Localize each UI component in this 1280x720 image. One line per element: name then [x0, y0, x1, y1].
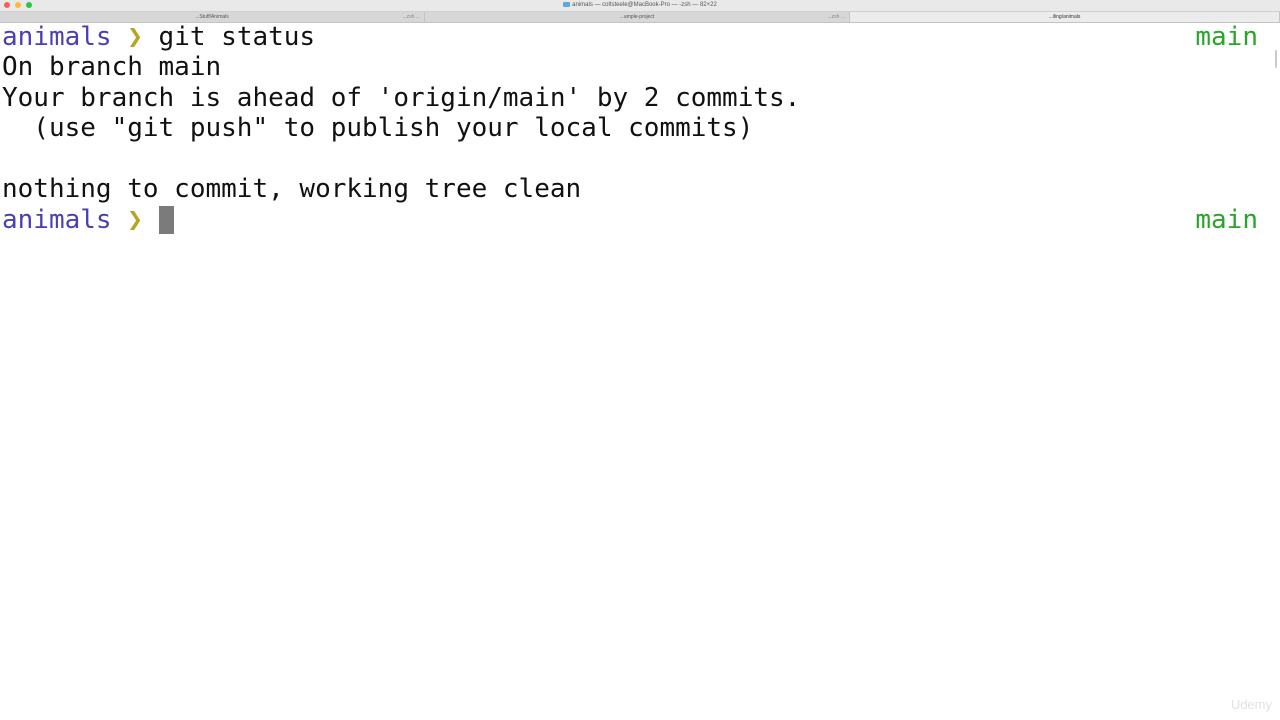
folder-icon [563, 1, 571, 7]
tab-stuff-animals[interactable]: ...Stuff/Animals ...zsh ... [0, 12, 425, 22]
window-title: animals — coltsteele@MacBook-Pro — -zsh … [540, 0, 740, 11]
minimize-window-icon[interactable] [15, 2, 21, 8]
scrollbar[interactable] [1275, 50, 1277, 68]
output-line: (use "git push" to publish your local co… [2, 113, 754, 143]
command-text: git status [158, 22, 316, 52]
tab-animals[interactable]: ...iling/animals [850, 12, 1280, 22]
output-line: Your branch is ahead of 'origin/main' by… [2, 83, 801, 113]
prompt-line: animals ❯ git status [2, 22, 315, 52]
watermark-logo: Udemy [1230, 697, 1272, 712]
tab-sample-project[interactable]: ...ample-project ...zsh ... [425, 12, 850, 22]
text-cursor [158, 206, 174, 234]
active-prompt-line[interactable]: animals ❯ [2, 205, 174, 235]
prompt-directory: animals [2, 22, 112, 52]
tab-label: ...Stuff/Animals [195, 14, 229, 20]
git-branch-indicator: main [1195, 205, 1258, 235]
maximize-window-icon[interactable] [26, 2, 32, 8]
prompt-chevron-icon: ❯ [127, 22, 143, 52]
prompt-directory: animals [2, 205, 112, 235]
title-bar: animals — coltsteele@MacBook-Pro — -zsh … [0, 0, 1280, 12]
tab-sub-label: ...zsh ... [827, 14, 845, 20]
output-line: On branch main [2, 52, 222, 82]
tab-label: ...iling/animals [1048, 14, 1081, 20]
output-line: nothing to commit, working tree clean [2, 174, 582, 204]
terminal-output[interactable]: animals ❯ git status main On branch main… [0, 22, 1280, 720]
window-title-text: animals — coltsteele@MacBook-Pro — -zsh … [572, 2, 717, 8]
prompt-chevron-icon: ❯ [127, 205, 143, 235]
git-branch-indicator: main [1195, 22, 1258, 52]
tab-sub-label: ...zsh ... [402, 14, 420, 20]
close-window-icon[interactable] [4, 2, 10, 8]
tab-label: ...ample-project [619, 14, 655, 20]
